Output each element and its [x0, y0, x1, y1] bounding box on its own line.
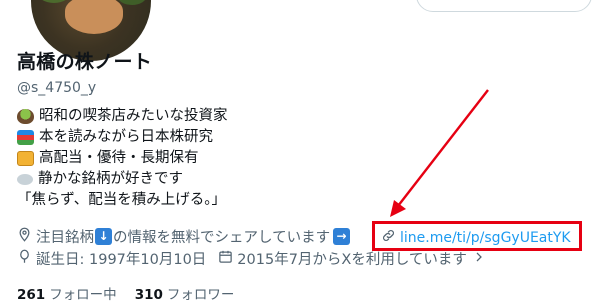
birthday-text: 誕生日: 1997年10月10日 — [36, 252, 207, 268]
bio-text: 「焦らず、配当を積み上げる。」 — [17, 192, 226, 208]
location-text: 注目銘柄 — [36, 230, 94, 246]
location-text: の情報を無料でシェアしています — [113, 230, 331, 246]
gift-icon — [17, 151, 34, 166]
bio-text: 高配当・優待・長期保有 — [39, 150, 199, 166]
bio-line: 「焦らず、配当を積み上げる。」 — [17, 190, 228, 211]
followers-label: フォロワー — [166, 287, 235, 303]
arrow-down-icon: ↓ — [95, 228, 112, 245]
avatar-leaf — [37, 0, 71, 3]
calendar-icon — [218, 249, 233, 268]
profile-location: 注目銘柄 ↓ の情報を無料でシェアしています → — [17, 226, 351, 247]
link-icon — [381, 228, 396, 247]
books-icon — [17, 130, 34, 145]
following-label: フォロー中 — [49, 287, 117, 303]
bio-line: 静かな銘柄が好きです — [17, 169, 228, 190]
link-text[interactable]: line.me/ti/p/sgGyUEatYK — [400, 230, 571, 246]
following-link[interactable]: 261 フォロー中 — [17, 283, 117, 303]
avatar-leaf — [117, 0, 147, 5]
avatar-face — [65, 0, 123, 34]
bio-line: 高配当・優待・長期保有 — [17, 148, 228, 169]
followers-count: 310 — [134, 287, 163, 303]
joined-text: 2015年7月からXを利用しています — [237, 252, 467, 268]
balloon-icon — [17, 249, 32, 268]
link-highlight-box: line.me/ti/p/sgGyUEatYK — [372, 221, 582, 251]
bio-text: 本を読みながら日本株研究 — [39, 129, 213, 145]
location-pin-icon — [17, 227, 32, 246]
profile-stats: 261 フォロー中 310 フォロワー — [17, 283, 234, 303]
bio-text: 静かな銘柄が好きです — [38, 171, 183, 187]
profile-action-button[interactable] — [416, 0, 592, 12]
bio-line: 昭和の喫茶店みたいな投資家 — [17, 106, 228, 127]
bio-line: 本を読みながら日本株研究 — [17, 127, 228, 148]
profile-link[interactable]: line.me/ti/p/sgGyUEatYK — [381, 228, 571, 247]
bio-text: 昭和の喫茶店みたいな投資家 — [39, 108, 228, 124]
bowl-icon — [17, 109, 34, 124]
arrow-right-icon: → — [333, 228, 351, 245]
profile-bio: 昭和の喫茶店みたいな投資家 本を読みながら日本株研究 高配当・優待・長期保有 静… — [17, 106, 228, 211]
following-count: 261 — [17, 287, 46, 303]
profile-dates: 誕生日: 1997年10月10日 2015年7月からXを利用しています — [17, 248, 489, 269]
followers-link[interactable]: 310 フォロワー — [135, 283, 235, 303]
chevron-right-icon[interactable] — [473, 251, 485, 267]
profile-handle: @s_4750_y — [17, 80, 97, 96]
profile-name: 高橋の株ノート — [17, 51, 153, 73]
cloud-icon — [17, 174, 33, 185]
